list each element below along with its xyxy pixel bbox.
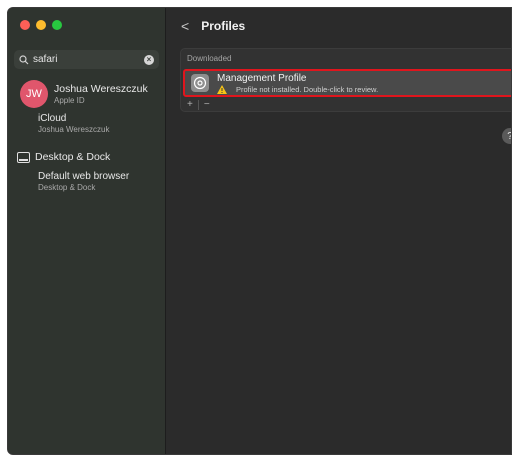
- page-title: Profiles: [201, 19, 246, 33]
- settings-window: safari × JW Joshua Wereszczuk Apple ID i…: [7, 7, 512, 455]
- minimize-button[interactable]: [36, 20, 46, 30]
- search-field[interactable]: safari ×: [14, 50, 159, 69]
- zoom-button[interactable]: [52, 20, 62, 30]
- account-name: Joshua Wereszczuk: [54, 83, 148, 95]
- default-browser-label: Default web browser: [38, 171, 130, 182]
- main-pane: < Profiles Downloaded Management Profile: [167, 8, 511, 454]
- profile-gear-icon: [191, 74, 209, 92]
- sidebar-item-icloud[interactable]: iCloud Joshua Wereszczuk: [38, 113, 109, 134]
- sidebar-item-default-browser[interactable]: Default web browser Desktop & Dock: [38, 171, 129, 192]
- help-button[interactable]: ?: [502, 128, 511, 144]
- account-subtitle: Apple ID: [54, 96, 85, 105]
- dock-icon: [17, 151, 30, 163]
- window-controls: [20, 20, 62, 30]
- icloud-subtitle: Joshua Wereszczuk: [38, 125, 110, 134]
- sidebar-item-desktop-dock[interactable]: Desktop & Dock: [17, 151, 110, 163]
- add-profile-button[interactable]: +: [187, 99, 193, 110]
- profile-name: Management Profile: [217, 72, 307, 84]
- desktop-dock-label: Desktop & Dock: [35, 151, 111, 163]
- icloud-label: iCloud: [38, 113, 67, 124]
- divider: [197, 99, 199, 110]
- profile-status: Profile not installed. Double-click to r…: [236, 84, 379, 94]
- clear-search-icon[interactable]: ×: [144, 54, 154, 65]
- section-label: Downloaded: [187, 54, 232, 63]
- search-input[interactable]: safari: [33, 54, 144, 65]
- remove-profile-button[interactable]: −: [204, 99, 210, 110]
- warning-icon: [217, 84, 227, 94]
- page-header: < Profiles: [181, 18, 245, 34]
- close-button[interactable]: [20, 20, 30, 30]
- profile-row-management[interactable]: Management Profile Profile not installed…: [183, 69, 511, 97]
- avatar: JW: [20, 80, 48, 108]
- add-remove-controls: + −: [187, 99, 210, 110]
- search-icon: [19, 54, 29, 64]
- sidebar-item-apple-id[interactable]: JW Joshua Wereszczuk Apple ID: [20, 80, 148, 108]
- default-browser-subtitle: Desktop & Dock: [38, 183, 96, 192]
- profiles-panel: Downloaded Management Profile Profile no…: [180, 48, 511, 112]
- sidebar: safari × JW Joshua Wereszczuk Apple ID i…: [8, 8, 166, 454]
- back-button[interactable]: <: [181, 18, 189, 34]
